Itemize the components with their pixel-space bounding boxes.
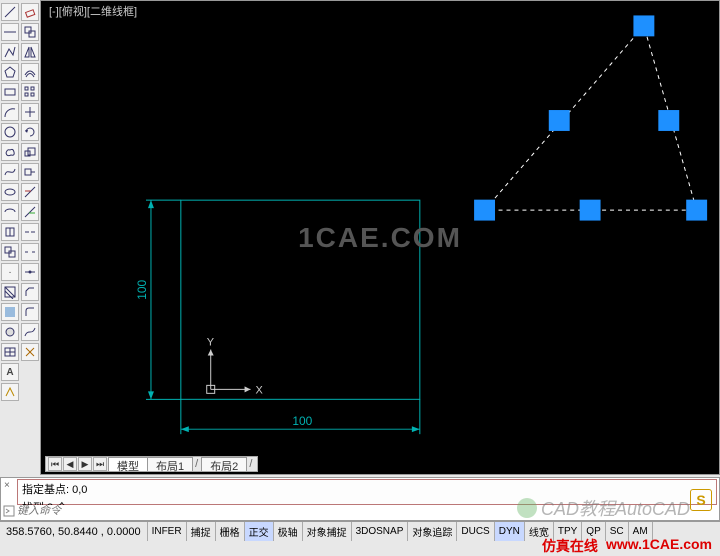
scale-tool-icon[interactable]	[21, 143, 39, 161]
grip-icon	[634, 16, 654, 36]
tab-first-icon[interactable]: ⏮	[48, 457, 62, 471]
dim-bottom-text: 100	[292, 414, 312, 428]
status-toggle-对象追踪[interactable]: 对象追踪	[408, 522, 457, 541]
tab-layout2[interactable]: 布局2	[201, 457, 247, 471]
coordinate-readout[interactable]: 358.5760, 50.8440 , 0.0000	[0, 522, 148, 541]
drawing-viewport[interactable]: [-][俯视][二维线框] 100 100 X Y	[40, 0, 720, 475]
grip-icon	[687, 200, 707, 220]
insert-block-icon[interactable]	[1, 223, 19, 241]
trim-tool-icon[interactable]	[21, 183, 39, 201]
tab-next-icon[interactable]: ▶	[78, 457, 92, 471]
table-tool-icon[interactable]	[1, 343, 19, 361]
status-toggle-infer[interactable]: INFER	[148, 522, 187, 541]
move-tool-icon[interactable]	[21, 103, 39, 121]
erase-tool-icon[interactable]	[21, 3, 39, 21]
grip-icon	[549, 111, 569, 131]
polyline-tool-icon[interactable]	[1, 43, 19, 61]
mirror-tool-icon[interactable]	[21, 43, 39, 61]
tab-layout1[interactable]: 布局1	[147, 457, 193, 471]
status-toggle-ducs[interactable]: DUCS	[457, 522, 494, 541]
command-window: × 指定基点: 0,0 找到 3 个	[0, 477, 720, 521]
command-history: 指定基点: 0,0 找到 3 个	[17, 479, 717, 505]
status-toggle-栅格[interactable]: 栅格	[216, 522, 245, 541]
status-toggle-对象捕捉[interactable]: 对象捕捉	[303, 522, 352, 541]
tab-divider: /	[246, 458, 255, 470]
ellipse-arc-tool-icon[interactable]	[1, 203, 19, 221]
ime-badge: S	[690, 489, 712, 511]
blend-tool-icon[interactable]	[21, 323, 39, 341]
arc-tool-icon[interactable]	[1, 103, 19, 121]
construction-line-icon[interactable]	[1, 23, 19, 41]
rectangle-entity	[181, 200, 420, 399]
status-toggle-极轴[interactable]: 极轴	[274, 522, 303, 541]
tab-last-icon[interactable]: ⏭	[93, 457, 107, 471]
grip-icon	[659, 111, 679, 131]
mtext-tool-icon[interactable]: A	[1, 363, 19, 381]
draw-toolbar: · A	[0, 0, 20, 475]
copy-tool-icon[interactable]	[21, 23, 39, 41]
command-prompt-icon	[3, 505, 15, 517]
tab-prev-icon[interactable]: ◀	[63, 457, 77, 471]
join-tool-icon[interactable]	[21, 263, 39, 281]
drawing-canvas: 100 100 X Y	[41, 1, 719, 474]
spline-tool-icon[interactable]	[1, 163, 19, 181]
revcloud-tool-icon[interactable]	[1, 143, 19, 161]
circle-tool-icon[interactable]	[1, 123, 19, 141]
rectangle-tool-icon[interactable]	[1, 83, 19, 101]
rotate-tool-icon[interactable]	[21, 123, 39, 141]
layout-tab-bar: ⏮ ◀ ▶ ⏭ 模型 布局1 / 布局2 /	[45, 456, 258, 472]
hatch-tool-icon[interactable]	[1, 283, 19, 301]
left-toolbars: · A	[0, 0, 40, 475]
tab-model[interactable]: 模型	[108, 457, 148, 471]
addselected-tool-icon[interactable]	[1, 383, 19, 401]
extend-tool-icon[interactable]	[21, 203, 39, 221]
status-toggle-捕捉[interactable]: 捕捉	[187, 522, 216, 541]
dim-left-text: 100	[135, 279, 149, 299]
polygon-tool-icon[interactable]	[1, 63, 19, 81]
fillet-tool-icon[interactable]	[21, 303, 39, 321]
grip-icon	[475, 200, 495, 220]
modify-toolbar	[20, 0, 40, 475]
grip-icon	[580, 200, 600, 220]
break-at-point-icon[interactable]	[21, 223, 39, 241]
make-block-icon[interactable]	[1, 243, 19, 261]
break-tool-icon[interactable]	[21, 243, 39, 261]
point-tool-icon[interactable]: ·	[1, 263, 19, 281]
command-input[interactable]	[17, 505, 717, 517]
tab-divider: /	[192, 458, 201, 470]
svg-text:X: X	[256, 384, 264, 396]
region-tool-icon[interactable]	[1, 323, 19, 341]
gradient-tool-icon[interactable]	[1, 303, 19, 321]
chamfer-tool-icon[interactable]	[21, 283, 39, 301]
ellipse-tool-icon[interactable]	[1, 183, 19, 201]
array-tool-icon[interactable]	[21, 83, 39, 101]
status-toggle-3dosnap[interactable]: 3DOSNAP	[352, 522, 409, 541]
line-tool-icon[interactable]	[1, 3, 19, 21]
explode-tool-icon[interactable]	[21, 343, 39, 361]
close-icon[interactable]: ×	[4, 480, 14, 490]
offset-tool-icon[interactable]	[21, 63, 39, 81]
svg-text:Y: Y	[207, 337, 215, 349]
status-toggle-dyn[interactable]: DYN	[495, 522, 525, 541]
stretch-tool-icon[interactable]	[21, 163, 39, 181]
ucs-icon: X Y	[207, 337, 264, 397]
status-toggle-正交[interactable]: 正交	[245, 522, 274, 541]
site-brand: 仿真在线 www.1CAE.com	[542, 536, 712, 556]
command-history-line: 指定基点: 0,0	[18, 480, 716, 498]
